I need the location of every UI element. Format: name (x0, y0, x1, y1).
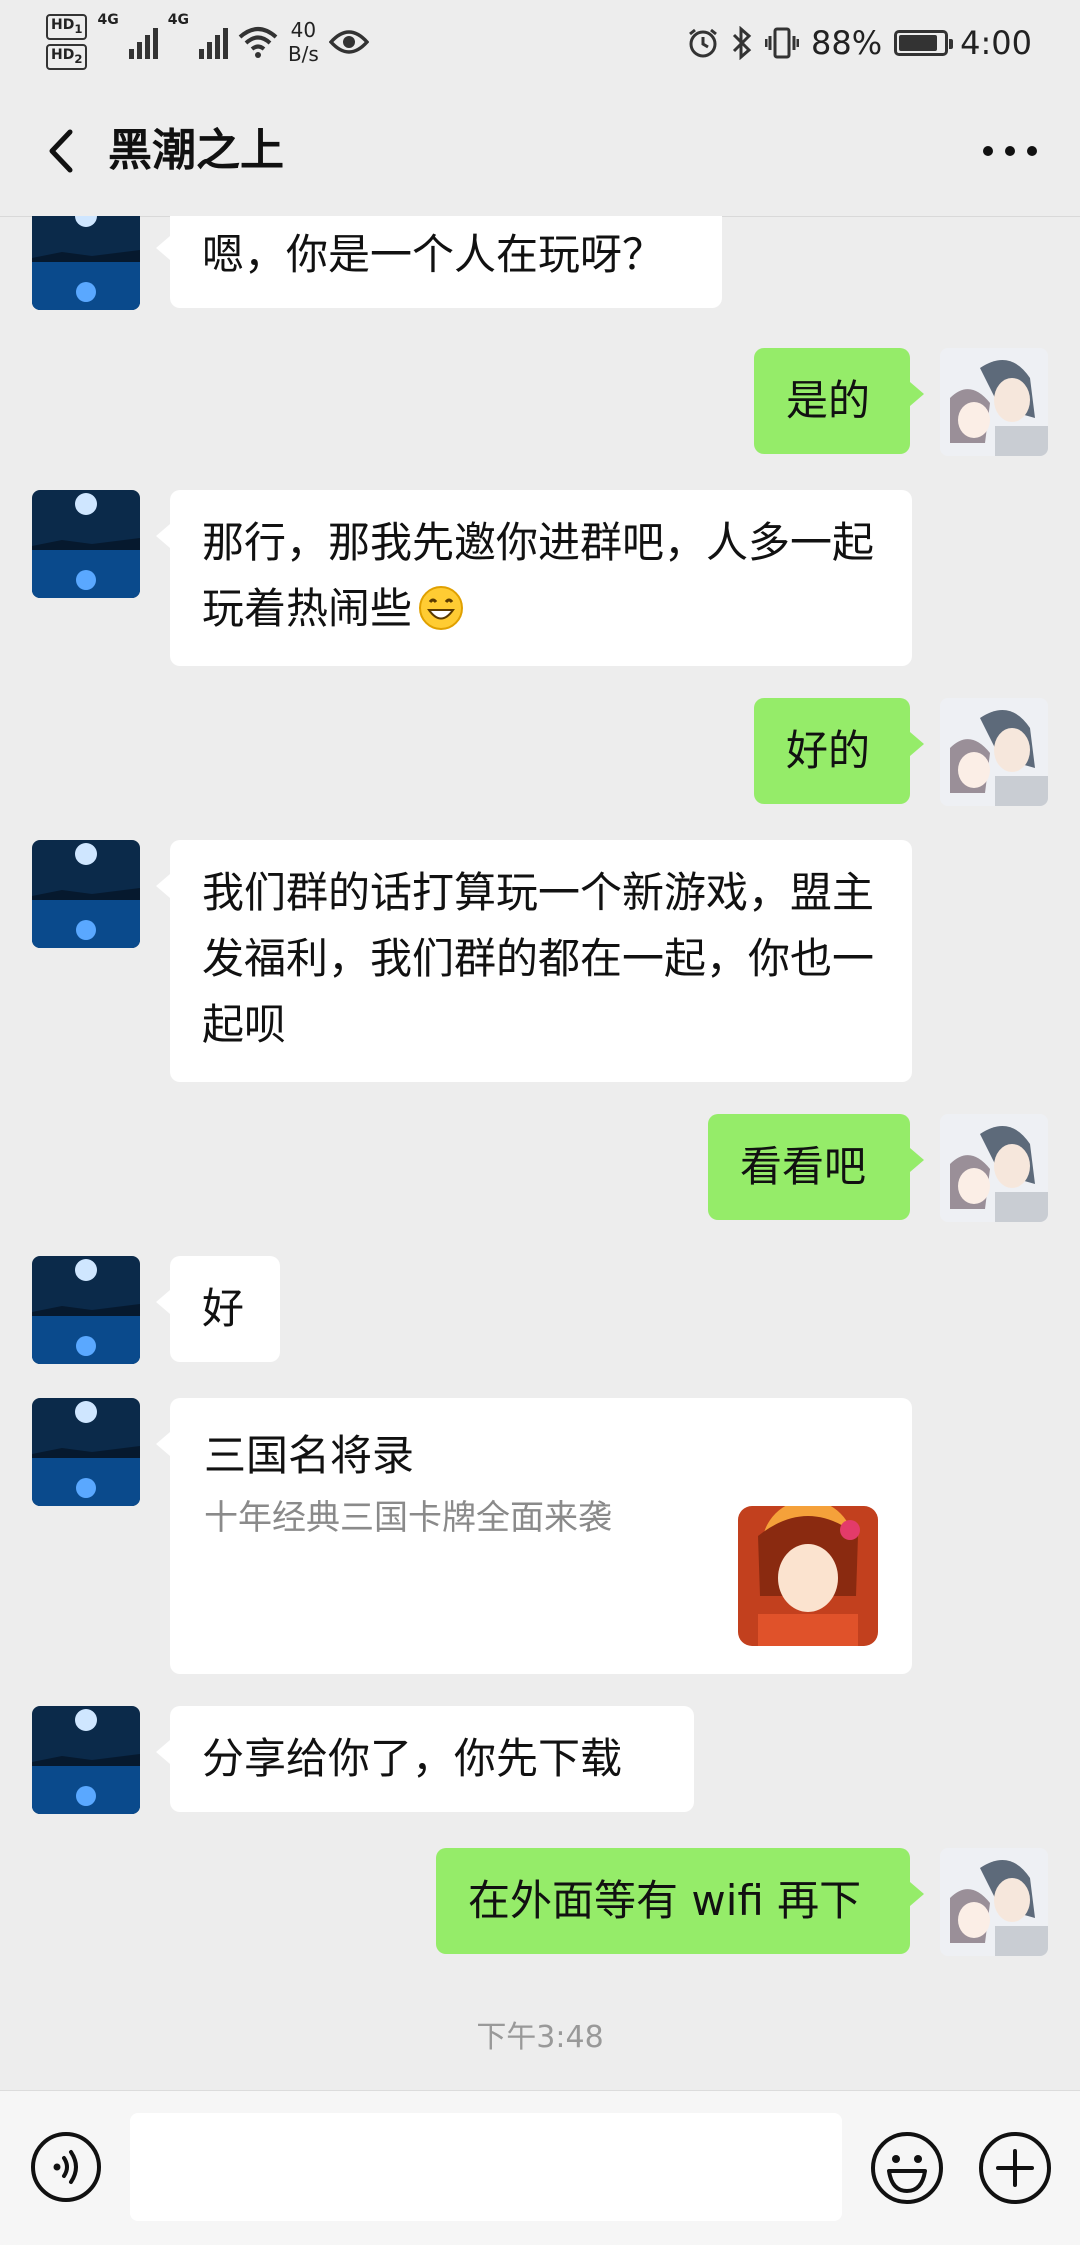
network-speed: 40 B/s (287, 18, 319, 66)
wifi-icon (238, 27, 278, 58)
vibrate-icon (765, 27, 800, 59)
battery-icon (894, 30, 954, 56)
bluetooth-icon (732, 26, 752, 60)
shared-link-card[interactable]: 三国名将录 十年经典三国卡牌全面来袭 (156, 1398, 912, 1674)
contact-avatar[interactable] (32, 216, 140, 310)
message-bubble-outgoing[interactable]: 看看吧 (708, 1114, 924, 1220)
message-timestamp: 下午3:48 (476, 2020, 604, 2055)
contact-avatar[interactable] (32, 1256, 140, 1364)
my-avatar[interactable] (940, 348, 1048, 456)
card-thumbnail (738, 1506, 878, 1646)
my-avatar[interactable] (940, 1114, 1048, 1222)
message-bubble-incoming[interactable]: 那行，那我先邀你进群吧，人多一起玩着热闹些 (156, 490, 912, 666)
message-list[interactable]: 嗯，你是一个人在玩呀？ 是的 那行，那我先邀你进群吧，人多一起玩着热闹些 好的 … (0, 216, 1080, 2090)
grinning-face-emoji (419, 586, 464, 630)
chevron-left-icon[interactable] (36, 124, 90, 178)
clock: 4:00 (960, 24, 1032, 62)
alarm-icon (689, 28, 717, 58)
signal-icon (128, 25, 158, 59)
signal-icon (198, 25, 228, 59)
card-description: 十年经典三国卡牌全面来袭 (204, 1498, 612, 1538)
hd-badge-1: HD1 (46, 14, 88, 40)
contact-avatar[interactable] (32, 1398, 140, 1506)
message-input[interactable] (130, 2113, 842, 2221)
message-bubble-outgoing[interactable]: 在外面等有 wifi 再下 (436, 1848, 924, 1954)
message-bubble-outgoing[interactable]: 好的 (754, 698, 924, 804)
my-avatar[interactable] (940, 698, 1048, 806)
message-bubble-incoming[interactable]: 嗯，你是一个人在玩呀？ (156, 216, 722, 308)
my-avatar[interactable] (940, 1848, 1048, 1956)
status-bar: HD1 HD2 4G 4G 40 B/s 88% 4:00 (0, 0, 1080, 86)
contact-avatar[interactable] (32, 840, 140, 948)
contact-avatar[interactable] (32, 490, 140, 598)
card-title: 三国名将录 (204, 1431, 415, 1480)
battery-percent: 88% (811, 24, 883, 62)
eye-icon (328, 30, 369, 54)
more-dots-icon[interactable] (980, 136, 1040, 166)
emoji-icon[interactable] (870, 2131, 944, 2205)
message-bubble-incoming[interactable]: 好 (156, 1256, 280, 1362)
message-bubble-outgoing[interactable]: 是的 (754, 348, 924, 454)
plus-icon[interactable] (978, 2131, 1052, 2205)
chat-title: 黑潮之上 (108, 125, 284, 176)
network-type-1: 4G (97, 12, 119, 28)
chat-input-bar (0, 2090, 1080, 2245)
contact-avatar[interactable] (32, 1706, 140, 1814)
message-bubble-incoming[interactable]: 分享给你了，你先下载 (156, 1706, 694, 1812)
voice-icon[interactable] (30, 2131, 102, 2203)
hd-badge-2: HD2 (46, 44, 88, 70)
network-type-2: 4G (167, 12, 189, 28)
message-bubble-incoming[interactable]: 我们群的话打算玩一个新游戏，盟主发福利，我们群的都在一起，你也一起呗 (156, 840, 912, 1082)
chat-header: 黑潮之上 (0, 86, 1080, 217)
